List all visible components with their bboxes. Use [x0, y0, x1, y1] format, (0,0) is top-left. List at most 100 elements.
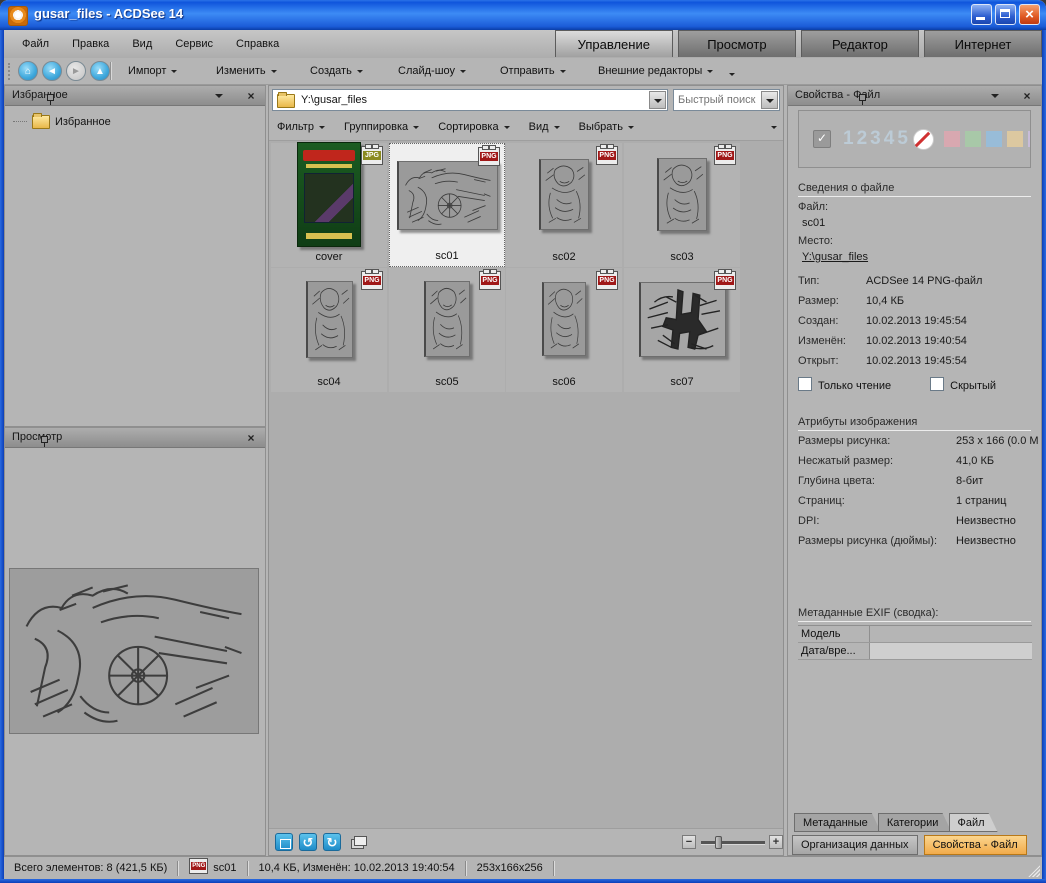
status-file-name: sc01 [213, 862, 236, 874]
menu-file[interactable]: Файл [12, 30, 59, 58]
slider-handle[interactable] [715, 836, 722, 849]
back-button[interactable]: ◄ [42, 61, 62, 81]
slideshow-dropdown[interactable]: Слайд-шоу [392, 58, 472, 85]
rating-2[interactable]: 2 [857, 128, 869, 150]
color-label-pink[interactable] [944, 131, 960, 147]
exif-row-model[interactable]: Модель [798, 626, 1032, 643]
no-rating-icon[interactable] [913, 129, 934, 150]
toolbar-grip[interactable] [8, 63, 13, 80]
color-label-green[interactable] [965, 131, 981, 147]
properties-file-button[interactable]: Свойства - Файл [924, 835, 1027, 855]
tab-metadata[interactable]: Метаданные [794, 813, 881, 832]
properties-panel-header[interactable]: Свойства - Файл [788, 86, 1041, 106]
close-icon[interactable] [245, 432, 257, 444]
external-editors-dropdown[interactable]: Внешние редакторы [592, 58, 719, 85]
filter-overflow-icon[interactable] [771, 126, 777, 129]
up-button[interactable]: ▲ [90, 61, 110, 81]
panel-menu-icon[interactable] [213, 90, 225, 102]
organize-button[interactable]: Организация данных [792, 835, 918, 855]
hidden-checkbox[interactable] [930, 377, 944, 391]
resize-grip[interactable] [1028, 865, 1040, 877]
search-input[interactable] [676, 91, 760, 109]
file-tile-sc05[interactable]: PNG sc05 [389, 268, 505, 392]
up-arrow-icon: ▲ [95, 66, 105, 77]
sorting-dropdown[interactable]: Сортировка [430, 114, 517, 140]
favorites-panel-header[interactable]: Избранное [5, 86, 265, 106]
menu-tools[interactable]: Сервис [165, 30, 223, 58]
menu-view[interactable]: Вид [122, 30, 162, 58]
exif-row-datetime[interactable]: Дата/вре... [798, 643, 1032, 660]
send-dropdown[interactable]: Отправить [494, 58, 572, 85]
menu-help[interactable]: Справка [226, 30, 289, 58]
toolbar-overflow-button[interactable] [729, 68, 739, 78]
readonly-checkbox[interactable] [798, 377, 812, 391]
thumbnail-size-slider[interactable] [701, 841, 765, 845]
tab-internet[interactable]: Интернет [924, 30, 1042, 57]
file-tile-sc03[interactable]: PNG sc03 [624, 143, 740, 267]
file-tile-sc06[interactable]: PNG sc06 [506, 268, 622, 392]
location-link[interactable]: Y:\gusar_files [802, 251, 868, 263]
zoom-out-button[interactable]: − [682, 835, 696, 849]
close-button[interactable] [1019, 4, 1040, 25]
file-name-label: sc01 [390, 250, 504, 262]
status-current-file: PNGsc01 [179, 858, 246, 879]
rating-1[interactable]: 1 [843, 128, 855, 150]
status-total-items: Всего элементов: 8 (421,5 КБ) [4, 858, 177, 879]
tab-view[interactable]: Просмотр [678, 30, 796, 57]
chevron-down-icon [729, 73, 735, 76]
title-bar[interactable]: gusar_files - ACDSee 14 [0, 0, 1046, 30]
create-dropdown[interactable]: Создать [304, 58, 369, 85]
view-dropdown[interactable]: Вид [521, 114, 568, 140]
color-label-lavender[interactable] [1028, 131, 1031, 147]
file-tile-sc07[interactable]: PNG sc07 [624, 268, 740, 392]
rating-3[interactable]: 3 [870, 128, 882, 150]
grouping-dropdown[interactable]: Группировка [336, 114, 427, 140]
modified-label: Изменён: [798, 331, 866, 351]
quick-search-box[interactable] [673, 89, 780, 111]
rating-4[interactable]: 4 [884, 128, 896, 150]
preview-panel-header[interactable]: Просмотр [5, 428, 265, 448]
compare-stack-icon[interactable] [349, 833, 367, 851]
tab-file[interactable]: Файл [949, 813, 998, 832]
address-dropdown-button[interactable] [649, 91, 666, 109]
search-dropdown-button[interactable] [761, 91, 778, 109]
window-border-right [1042, 30, 1046, 883]
uncompressed-label: Несжатый размер: [798, 451, 956, 471]
favorites-tree-item[interactable]: Избранное [13, 114, 111, 130]
delete-image-icon[interactable] [275, 833, 293, 851]
favorites-item-label: Избранное [55, 116, 111, 128]
minimize-button[interactable] [971, 4, 992, 25]
chevron-down-icon [413, 126, 419, 129]
color-label-blue[interactable] [986, 131, 1002, 147]
exif-datetime-label: Дата/вре... [798, 643, 870, 659]
import-dropdown[interactable]: Импорт [122, 58, 183, 85]
rotate-left-icon[interactable] [299, 833, 317, 851]
maximize-button[interactable] [995, 4, 1016, 25]
favorites-panel: Избранное Избранное [4, 85, 266, 427]
address-input[interactable]: Y:\gusar_files [272, 89, 668, 111]
rating-5[interactable]: 5 [897, 128, 909, 150]
close-icon[interactable] [1021, 90, 1033, 102]
zoom-in-button[interactable]: + [769, 835, 783, 849]
file-tile-sc02[interactable]: PNG sc02 [506, 143, 622, 267]
select-dropdown[interactable]: Выбрать [571, 114, 642, 140]
file-tile-sc01-selected[interactable]: PNG sc01 [389, 143, 505, 267]
rotate-right-icon[interactable] [323, 833, 341, 851]
tab-editor[interactable]: Редактор [801, 30, 919, 57]
home-button[interactable]: ⌂ [18, 61, 38, 81]
file-name-label: sc06 [506, 376, 622, 388]
color-label-tan[interactable] [1007, 131, 1023, 147]
chevron-down-icon [504, 126, 510, 129]
close-icon[interactable] [245, 90, 257, 102]
preview-image[interactable] [9, 568, 259, 734]
panel-menu-icon[interactable] [989, 90, 1001, 102]
menu-edit[interactable]: Правка [62, 30, 119, 58]
filter-dropdown[interactable]: Фильтр [269, 114, 333, 140]
tab-manage[interactable]: Управление [555, 30, 673, 57]
tab-categories[interactable]: Категории [878, 813, 952, 832]
file-tile-cover[interactable]: JPG cover [271, 143, 387, 267]
edit-dropdown[interactable]: Изменить [210, 58, 283, 85]
tag-checkbox[interactable] [813, 130, 831, 148]
forward-button[interactable]: ► [66, 61, 86, 81]
file-tile-sc04[interactable]: PNG sc04 [271, 268, 387, 392]
